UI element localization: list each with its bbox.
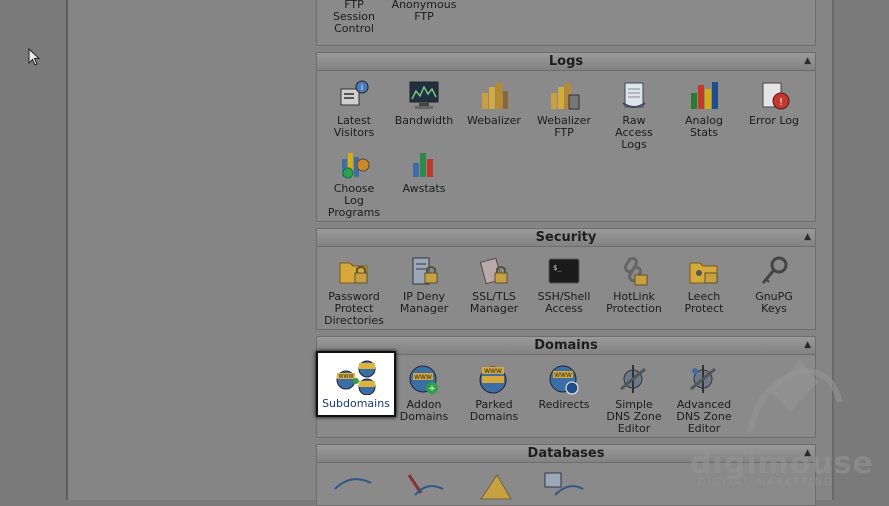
webalizer-link[interactable]: Webalizer [459,79,529,127]
addon-domains-link[interactable]: WWW + Addon Domains [389,363,459,423]
ftp-panel: FTP Session Control Anonymous FTP [316,0,816,46]
svg-text:+: + [428,384,436,394]
analog-stats-icon [691,82,718,109]
folder-user-lock-icon [689,262,718,284]
addon-domains-icon: WWW + [409,365,438,394]
webalizer-icon [482,83,508,109]
item-label: Raw Access Logs [615,114,653,151]
panel-title: Logs [548,54,584,69]
dns-editor-icon [620,365,646,393]
item-label: Webalizer [467,114,521,127]
logs-panel-header[interactable]: Logs ▲ [317,53,815,71]
panel-title: Domains [534,338,598,353]
ip-deny-link[interactable]: IP Deny Manager [389,255,459,315]
item-label: SSL/TLS Manager [469,290,519,315]
advanced-dns-link[interactable]: Advanced DNS Zone Editor [669,363,739,435]
left-gutter [0,0,68,500]
panel-title: Databases [527,446,605,461]
server-lock-icon [412,257,438,285]
svg-text:WWW: WWW [339,374,354,380]
choose-log-programs-icon [342,153,370,179]
item-label: Anonymous FTP [391,0,457,23]
password-protect-link[interactable]: Password Protect Directories [319,255,389,327]
ftp-session-control-link[interactable]: FTP Session Control [319,0,389,35]
item-label: FTP Session Control [333,0,375,35]
item-label: Latest Visitors [333,114,375,139]
item-label: SSH/Shell Access [537,290,591,315]
keys-icon [761,256,788,284]
watermark-brand: digimouse [690,446,874,481]
mysql-wizard-icon[interactable] [401,469,447,501]
panel-title: Security [535,230,597,245]
parked-domains-link[interactable]: WWW Parked Domains [459,363,529,423]
item-label: Webalizer FTP [537,114,591,139]
leech-protect-link[interactable]: Leech Protect [669,255,739,315]
redirects-icon: WWW [549,365,579,395]
item-label: Analog Stats [684,114,723,139]
choose-log-programs-link[interactable]: Choose Log Programs [319,147,389,219]
item-label: Subdomains [322,397,390,410]
bandwidth-link[interactable]: Bandwidth [389,79,459,127]
folder-lock-icon [339,262,368,284]
item-label: Addon Domains [399,398,449,423]
simple-dns-link[interactable]: Simple DNS Zone Editor [599,363,669,435]
watermark-tagline: DIGITAL MARKETING [698,477,834,488]
collapse-arrow-icon[interactable]: ▲ [804,229,811,246]
item-label: HotLink Protection [606,290,662,315]
collapse-arrow-icon[interactable]: ▲ [804,53,811,70]
svg-text:i: i [361,83,363,92]
terminal-icon: $_ [548,258,580,284]
mouse-cursor-icon [28,48,40,66]
ssh-shell-link[interactable]: $_ SSH/Shell Access [529,255,599,315]
item-label: Advanced DNS Zone Editor [676,398,732,435]
item-label: Choose Log Programs [327,182,381,219]
security-panel: Security ▲ Password Protect Directories … [316,228,816,330]
subdomains-link[interactable]: WWW Subdomains [316,351,396,417]
analog-stats-link[interactable]: Analog Stats [669,79,739,139]
item-label: Parked Domains [469,398,519,423]
bandwidth-icon [409,81,439,109]
svg-text:WWW: WWW [554,372,572,379]
mysql-databases-icon[interactable] [331,469,377,501]
item-label: Error Log [749,114,799,127]
awstats-icon [413,153,433,177]
chain-lock-icon [624,256,648,286]
gnupg-keys-link[interactable]: GnuPG Keys [739,255,809,315]
logs-panel: Logs ▲ i Latest Visitors Bandwidth Webal… [316,52,816,222]
ssl-tls-link[interactable]: SSL/TLS Manager [459,255,529,315]
raw-access-logs-link[interactable]: Raw Access Logs [599,79,669,151]
certificate-lock-icon [479,257,508,285]
redirects-link[interactable]: WWW Redirects [529,363,599,411]
awstats-link[interactable]: Awstats [389,147,459,195]
item-label: Bandwidth [394,114,454,127]
item-label: Leech Protect [684,290,724,315]
digimouse-logo-icon [747,360,843,433]
anonymous-ftp-link[interactable]: Anonymous FTP [389,0,459,23]
latest-visitors-icon: i [340,80,369,106]
error-log-link[interactable]: ! Error Log [739,79,809,127]
item-label: Password Protect Directories [324,290,384,327]
svg-text:!: ! [779,97,783,108]
webalizer-ftp-link[interactable]: Webalizer FTP [529,79,599,139]
error-log-icon: ! [762,82,790,110]
item-label: Simple DNS Zone Editor [606,398,662,435]
phpmyadmin-icon[interactable] [471,469,517,501]
svg-text:WWW: WWW [414,374,432,381]
svg-text:WWW: WWW [484,368,502,375]
item-label: Awstats [402,182,446,195]
remote-mysql-icon[interactable] [541,469,587,501]
webalizer-ftp-icon [551,83,580,110]
advanced-dns-icon [690,365,716,393]
item-label: Redirects [538,398,590,411]
parked-domains-icon: WWW [479,366,507,394]
security-panel-header[interactable]: Security ▲ [317,229,815,247]
item-label: IP Deny Manager [399,290,449,315]
latest-visitors-link[interactable]: i Latest Visitors [319,79,389,139]
item-label: GnuPG Keys [755,290,793,315]
subdomains-icon: WWW [336,360,376,395]
hotlink-protection-link[interactable]: HotLink Protection [599,255,669,315]
svg-text:$_: $_ [553,264,562,272]
raw-access-logs-icon [622,82,646,108]
